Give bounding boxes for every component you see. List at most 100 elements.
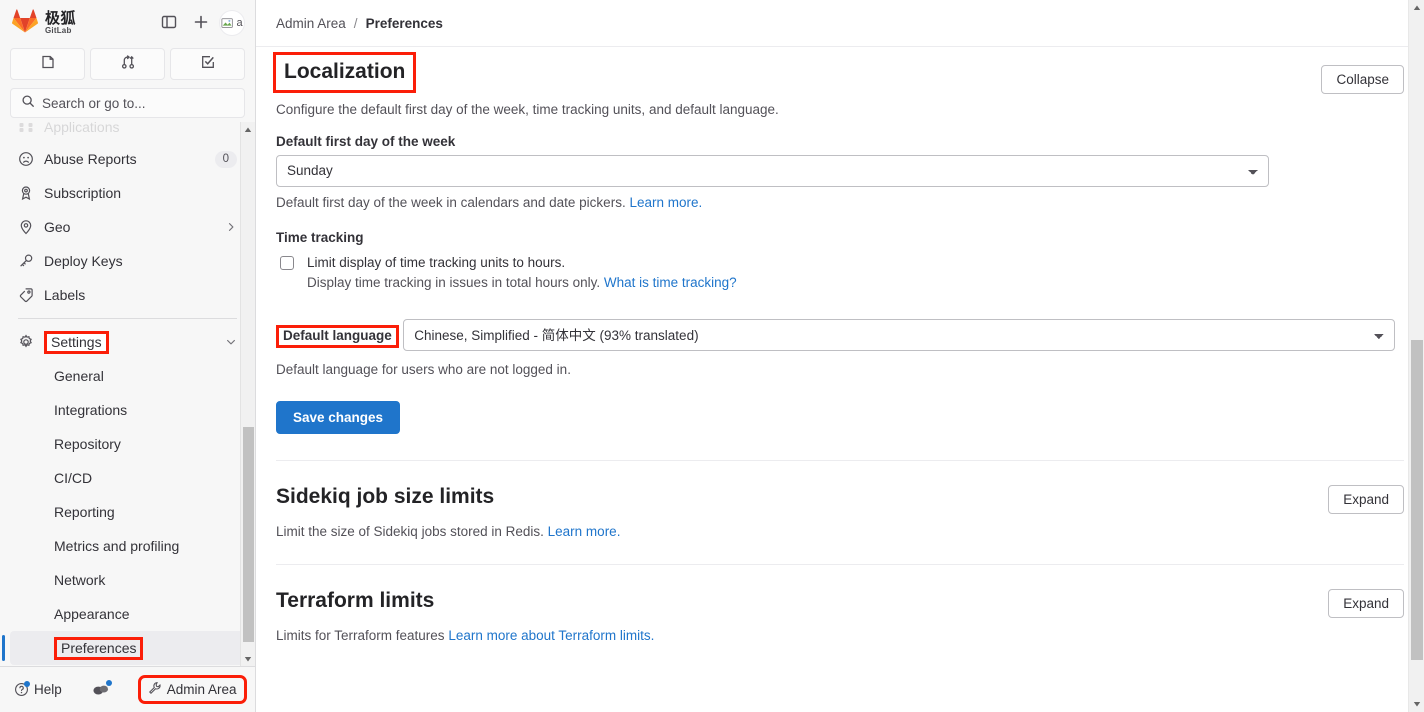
scroll-down-arrow-icon[interactable] (241, 651, 256, 666)
breadcrumb: Admin Area / Preferences (256, 0, 1424, 47)
sidebar-item-subscription[interactable]: Subscription (10, 176, 245, 210)
time-tracking-field: Time tracking Limit display of time trac… (276, 230, 1404, 294)
terraform-description: Limits for Terraform features Learn more… (276, 626, 654, 646)
sidebar-item-appearance[interactable]: Appearance (10, 597, 245, 631)
sidebar-item-deploy-keys[interactable]: Deploy Keys (10, 244, 245, 278)
merge-requests-button[interactable] (90, 48, 165, 80)
sidebar-item-preferences[interactable]: Preferences (10, 631, 245, 665)
default-language-help: Default language for users who are not l… (276, 362, 1404, 377)
sidebar-scrollbar-thumb[interactable] (243, 427, 254, 642)
sidebar-item-reporting[interactable]: Reporting (10, 495, 245, 529)
breadcrumb-admin-area[interactable]: Admin Area (276, 16, 346, 31)
what-is-time-tracking-link[interactable]: What is time tracking? (604, 275, 737, 290)
settings-sections: Localization Configure the default first… (256, 47, 1424, 712)
sidebar: 极狐 GitLab (0, 0, 256, 712)
first-day-label: Default first day of the week (276, 134, 1404, 149)
sidebar-footer: Help Admin Area (0, 666, 255, 712)
default-language-label-highlight: Default language (276, 325, 399, 348)
admin-area-button[interactable]: Admin Area (141, 678, 244, 701)
terraform-expand-button[interactable]: Expand (1328, 589, 1404, 618)
main-scroll-down-arrow-icon[interactable] (1409, 696, 1424, 712)
main-scrollbar[interactable] (1408, 0, 1424, 712)
brand-name: 极狐 GitLab (45, 11, 76, 35)
sidekiq-description: Limit the size of Sidekiq jobs stored in… (276, 522, 620, 542)
sidebar-item-repository[interactable]: Repository (10, 427, 245, 461)
sidebar-panel-icon (161, 14, 177, 33)
terraform-learn-more-link[interactable]: Learn more about Terraform limits. (448, 628, 654, 643)
sidebar-subitem-label: Preferences (61, 640, 136, 656)
avatar[interactable]: a (219, 10, 245, 36)
abuse-reports-badge: 0 (215, 151, 237, 168)
admin-area-label: Admin Area (167, 682, 237, 697)
sidebar-subitem-label: Reporting (54, 504, 115, 520)
main-scrollbar-thumb[interactable] (1411, 340, 1423, 660)
sidebar-item-metrics-and-profiling[interactable]: Metrics and profiling (10, 529, 245, 563)
sidebar-item-integrations[interactable]: Integrations (10, 393, 245, 427)
sidebar-subitem-label: Network (54, 572, 105, 588)
key-icon (18, 253, 34, 269)
sidebar-item-network[interactable]: Network (10, 563, 245, 597)
brand-name-cn: 极狐 (45, 11, 76, 26)
sidekiq-learn-more-link[interactable]: Learn more. (548, 524, 621, 539)
sidekiq-expand-button[interactable]: Expand (1328, 485, 1404, 514)
collapse-button[interactable]: Collapse (1321, 65, 1404, 94)
sidekiq-section: Sidekiq job size limits Limit the size o… (276, 460, 1404, 564)
create-new-button[interactable] (187, 9, 215, 37)
sidebar-item-cicd[interactable]: CI/CD (10, 461, 245, 495)
broken-image-icon (221, 16, 235, 30)
sidebar-subitem-label: Metrics and profiling (54, 538, 179, 554)
sidekiq-title: Sidekiq job size limits (276, 483, 620, 510)
breadcrumb-separator: / (354, 16, 358, 31)
help-notification-dot (24, 681, 30, 687)
time-tracking-checkbox[interactable] (280, 256, 294, 270)
sidebar-item-general[interactable]: General (10, 359, 245, 393)
main-scroll-up-arrow-icon[interactable] (1409, 0, 1424, 16)
time-tracking-texts: Limit display of time tracking units to … (307, 253, 737, 294)
page-title: Localization (276, 55, 413, 90)
sidebar-subitem-label: Repository (54, 436, 121, 452)
sidebar-scrollbar[interactable] (240, 122, 255, 666)
issues-icon (40, 54, 56, 75)
sidebar-item-label: Labels (44, 287, 237, 303)
sidebar-item-settings[interactable]: Settings (10, 325, 245, 359)
gear-icon (18, 334, 34, 350)
first-day-field: Default first day of the week Sunday Def… (276, 134, 1404, 210)
todos-button[interactable] (170, 48, 245, 80)
toggle-sidebar-button[interactable] (155, 9, 183, 37)
sidebar-item-label: Deploy Keys (44, 253, 237, 269)
save-button[interactable]: Save changes (276, 401, 400, 434)
sidebar-nav-scroll-area: Applications Abuse Reports 0 (0, 122, 255, 666)
search-input[interactable]: Search or go to... (10, 88, 245, 118)
breadcrumb-preferences[interactable]: Preferences (366, 16, 443, 31)
terraform-title: Terraform limits (276, 587, 654, 614)
issues-button[interactable] (10, 48, 85, 80)
sidebar-item-label: Settings (51, 334, 102, 350)
sidebar-item-applications[interactable]: Applications (10, 122, 245, 144)
terraform-header: Terraform limits Limits for Terraform fe… (276, 587, 1404, 646)
license-icon (18, 185, 34, 201)
sidebar-item-label: Geo (44, 219, 215, 235)
sidebar-nav-list: Applications Abuse Reports 0 (0, 142, 255, 665)
sidebar-item-labels[interactable]: Labels (10, 278, 245, 312)
first-day-select[interactable]: Sunday (276, 155, 1269, 187)
sidebar-item-abuse-reports[interactable]: Abuse Reports 0 (10, 142, 245, 176)
first-day-help: Default first day of the week in calenda… (276, 195, 1404, 210)
sidebar-item-geo[interactable]: Geo (10, 210, 245, 244)
sidebar-subitem-label: CI/CD (54, 470, 92, 486)
main-content: Admin Area / Preferences Localization Co… (256, 0, 1424, 712)
first-day-learn-more-link[interactable]: Learn more. (629, 195, 702, 210)
label-icon (18, 287, 34, 303)
help-button[interactable]: Help (8, 678, 68, 701)
brand[interactable]: 极狐 GitLab (12, 9, 151, 38)
chevron-down-icon (225, 336, 237, 348)
time-tracking-checkbox-label: Limit display of time tracking units to … (307, 255, 565, 270)
search-placeholder: Search or go to... (42, 96, 146, 111)
default-language-select[interactable]: Chinese, Simplified - 简体中文 (93% translat… (403, 319, 1395, 351)
localization-section: Localization Configure the default first… (276, 47, 1404, 434)
time-tracking-checkbox-row: Limit display of time tracking units to … (276, 253, 1404, 294)
duo-chat-button[interactable] (86, 678, 121, 702)
scroll-up-arrow-icon[interactable] (241, 122, 256, 137)
preferences-label-highlight: Preferences (54, 637, 143, 660)
localization-header: Localization Configure the default first… (276, 55, 1404, 120)
question-circle-icon (14, 682, 29, 697)
